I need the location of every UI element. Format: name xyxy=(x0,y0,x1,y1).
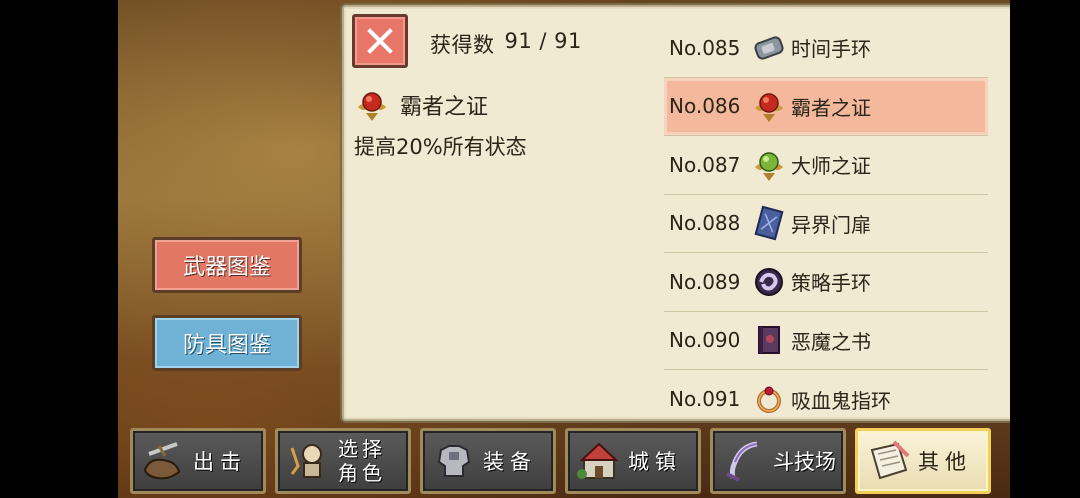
nav-attack-label: 出击 xyxy=(193,450,247,474)
list-item-089[interactable]: No.089 策略手环 xyxy=(664,253,988,312)
nav-select-line1: 选择 xyxy=(338,437,386,461)
item-name: 异界门扉 xyxy=(791,212,871,237)
swirl-bracelet-icon xyxy=(755,267,783,296)
count-value: 91 / 91 xyxy=(504,29,582,53)
item-number: No.087 xyxy=(669,152,741,177)
item-detail: 霸者之证 提高20%所有状态 xyxy=(354,87,654,161)
item-number: No.090 xyxy=(669,328,741,353)
town-icon xyxy=(577,442,619,479)
collection-count: 获得数 91 / 91 xyxy=(430,29,582,59)
attack-icon xyxy=(143,442,181,480)
list-item-087[interactable]: No.087 大师之证 xyxy=(664,136,988,195)
game-screen: 武器图鉴 防具图鉴 获得数 91 / 91 霸者之证 提高20%所有状态 No.… xyxy=(118,0,1010,498)
list-item-091[interactable]: No.091 吸血鬼指环 xyxy=(664,370,988,429)
red-medal-icon xyxy=(755,93,783,123)
weapon-codex-button[interactable]: 武器图鉴 xyxy=(152,237,302,293)
item-number: No.088 xyxy=(669,211,741,236)
nav-select-character-label: 选择 角色 xyxy=(338,437,386,485)
close-button[interactable] xyxy=(352,14,408,68)
vampire-ring-icon xyxy=(757,386,781,414)
nav-select-line2: 角色 xyxy=(338,461,386,485)
item-name: 时间手环 xyxy=(791,37,871,62)
nav-select-character-button[interactable]: 选择 角色 xyxy=(275,428,411,494)
count-label: 获得数 xyxy=(430,33,495,57)
red-medal-icon xyxy=(358,92,386,121)
item-number: No.085 xyxy=(669,35,741,60)
nav-arena-label: 斗技场 xyxy=(773,450,836,474)
item-name: 霸者之证 xyxy=(791,95,871,120)
list-item-088[interactable]: No.088 异界门扉 xyxy=(664,195,988,253)
demon-book-icon xyxy=(758,326,780,355)
bottom-nav: 出击 选择 角色 装备 城镇 斗技场 其他 xyxy=(130,428,992,494)
item-name: 吸血鬼指环 xyxy=(791,388,891,413)
nav-arena-button[interactable]: 斗技场 xyxy=(710,428,846,494)
detail-item-description: 提高20%所有状态 xyxy=(354,135,527,159)
item-name: 策略手环 xyxy=(791,271,871,296)
list-item-090[interactable]: No.090 恶魔之书 xyxy=(664,312,988,370)
nav-attack-button[interactable]: 出击 xyxy=(130,428,266,494)
nav-town-label: 城镇 xyxy=(628,450,682,474)
item-name: 恶魔之书 xyxy=(791,329,871,354)
nav-other-label: 其他 xyxy=(918,450,972,474)
bracelet-icon xyxy=(754,36,784,60)
nav-equip-label: 装备 xyxy=(483,450,537,474)
item-number: No.089 xyxy=(669,269,741,294)
item-name: 大师之证 xyxy=(791,154,871,179)
nav-town-button[interactable]: 城镇 xyxy=(565,428,701,494)
item-list: No.085 时间手环 No.086 霸者之证 No.087 大师之证 No.0… xyxy=(664,19,988,429)
list-item-085[interactable]: No.085 时间手环 xyxy=(664,19,988,78)
list-item-086[interactable]: No.086 霸者之证 xyxy=(664,77,988,136)
scroll-icon xyxy=(870,440,910,480)
item-number: No.091 xyxy=(669,387,741,412)
collection-panel: 获得数 91 / 91 霸者之证 提高20%所有状态 No.085 时间手环 N… xyxy=(342,5,1010,421)
arena-sword-icon xyxy=(726,441,758,482)
green-medal-icon xyxy=(755,152,783,181)
nav-equip-button[interactable]: 装备 xyxy=(420,428,556,494)
detail-item-name: 霸者之证 xyxy=(400,95,489,120)
close-icon xyxy=(367,28,393,54)
blue-card-icon xyxy=(754,205,784,241)
armor-codex-button[interactable]: 防具图鉴 xyxy=(152,315,302,371)
item-number: No.086 xyxy=(669,94,741,119)
armor-icon xyxy=(437,445,471,477)
character-icon xyxy=(290,444,322,478)
nav-other-button[interactable]: 其他 xyxy=(855,428,991,494)
